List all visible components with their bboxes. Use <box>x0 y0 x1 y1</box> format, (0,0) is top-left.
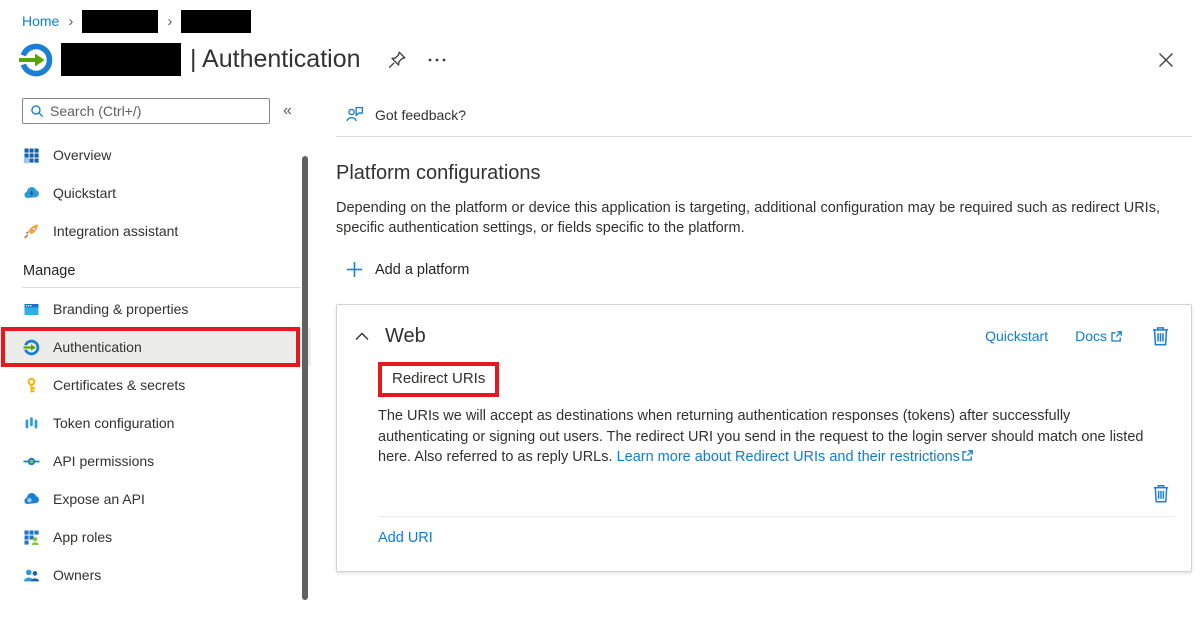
docs-link-label: Docs <box>1075 328 1107 344</box>
sidebar-scrollbar[interactable] <box>302 156 308 600</box>
sidebar-item-expose-an-api[interactable]: Expose an API <box>0 480 311 518</box>
redirect-uri-row <box>353 480 1173 508</box>
breadcrumb-separator: › <box>68 13 73 30</box>
quickstart-link[interactable]: Quickstart <box>985 328 1048 344</box>
web-platform-card: Web Quickstart Docs <box>336 304 1192 572</box>
pin-icon[interactable] <box>385 48 409 72</box>
breadcrumb: Home › › <box>0 0 1200 32</box>
sidebar-item-label: Overview <box>53 147 111 163</box>
breadcrumb-home-link[interactable]: Home <box>22 13 59 29</box>
got-feedback-label: Got feedback? <box>375 107 466 123</box>
sidebar-item-certificates-secrets[interactable]: Certificates & secrets <box>0 366 311 404</box>
highlight-box-authentication <box>1 327 300 367</box>
feedback-icon <box>346 106 364 123</box>
main-content: Got feedback? Platform configurations De… <box>336 90 1192 613</box>
collapse-sidebar-icon[interactable]: « <box>283 102 292 120</box>
authentication-icon <box>23 339 40 356</box>
platform-configurations-description: Depending on the platform or device this… <box>336 198 1160 238</box>
redacted-app-name <box>61 43 181 76</box>
uri-list-divider <box>378 516 1175 517</box>
sidebar-item-label: Branding & properties <box>53 301 188 317</box>
sidebar-item-label: Token configuration <box>53 415 174 431</box>
title-bar: | Authentication <box>0 32 1200 78</box>
search-box <box>22 98 270 124</box>
token-configuration-icon <box>23 415 40 432</box>
integration-assistant-icon <box>23 223 40 240</box>
redirect-uris-description: The URIs we will accept as destinations … <box>378 406 1161 468</box>
chevron-up-icon[interactable] <box>353 330 371 343</box>
sidebar-item-label: Authentication <box>53 339 142 355</box>
ellipsis-icon[interactable] <box>425 54 449 66</box>
app-registration-icon <box>18 42 54 78</box>
plus-icon <box>346 261 363 278</box>
redacted-breadcrumb-item <box>181 10 251 33</box>
delete-uri-trash-icon[interactable] <box>1149 481 1173 506</box>
sidebar: « Overview <box>0 90 311 613</box>
sidebar-item-app-roles[interactable]: App roles <box>0 518 311 556</box>
overview-icon <box>23 147 40 164</box>
sidebar-item-owners[interactable]: Owners <box>0 556 311 594</box>
manage-section-label: Manage <box>23 263 311 279</box>
redacted-breadcrumb-item <box>82 10 158 33</box>
sidebar-item-label: API permissions <box>53 453 154 469</box>
sidebar-item-label: Integration assistant <box>53 223 178 239</box>
certificates-icon <box>23 377 40 394</box>
sidebar-item-quickstart[interactable]: Quickstart <box>0 174 311 212</box>
sidebar-item-token-configuration[interactable]: Token configuration <box>0 404 311 442</box>
redirect-uris-title: Redirect URIs <box>392 370 485 387</box>
sidebar-item-branding-properties[interactable]: Branding & properties <box>0 290 311 328</box>
api-permissions-icon <box>23 453 40 470</box>
platform-configurations-heading: Platform configurations <box>336 162 1192 185</box>
search-icon <box>30 104 44 118</box>
sidebar-item-overview[interactable]: Overview <box>0 136 311 174</box>
docs-link[interactable]: Docs <box>1075 328 1123 344</box>
sidebar-item-label: App roles <box>53 529 112 545</box>
page-title: | Authentication <box>190 45 361 74</box>
close-icon[interactable] <box>1156 50 1176 70</box>
sidebar-nav: Overview Quickstart <box>0 136 311 594</box>
got-feedback-button[interactable]: Got feedback? <box>336 90 466 136</box>
sidebar-item-label: Certificates & secrets <box>53 377 185 393</box>
add-uri-link[interactable]: Add URI <box>378 530 433 546</box>
sidebar-item-integration-assistant[interactable]: Integration assistant <box>0 212 311 250</box>
external-link-icon <box>961 449 974 462</box>
web-card-title: Web <box>385 325 426 348</box>
delete-platform-trash-icon[interactable] <box>1148 323 1173 349</box>
owners-icon <box>23 567 40 584</box>
branding-icon <box>23 301 40 318</box>
quickstart-icon <box>23 185 40 202</box>
sidebar-item-label: Expose an API <box>53 491 145 507</box>
external-link-icon <box>1110 330 1123 343</box>
sidebar-item-label: Owners <box>53 567 101 583</box>
sidebar-item-label: Quickstart <box>53 185 116 201</box>
add-platform-label: Add a platform <box>375 262 469 278</box>
commandbar-divider <box>336 136 1192 137</box>
learn-more-link[interactable]: Learn more about Redirect URIs and their… <box>617 449 960 465</box>
breadcrumb-separator: › <box>167 13 172 30</box>
sidebar-item-authentication[interactable]: Authentication <box>0 328 311 366</box>
app-roles-icon <box>23 529 40 546</box>
sidebar-divider <box>22 287 301 288</box>
expose-api-icon <box>23 491 40 508</box>
highlight-box-redirect-uris: Redirect URIs <box>378 362 499 397</box>
sidebar-item-api-permissions[interactable]: API permissions <box>0 442 311 480</box>
add-platform-button[interactable]: Add a platform <box>336 261 469 278</box>
search-input[interactable] <box>50 103 262 119</box>
